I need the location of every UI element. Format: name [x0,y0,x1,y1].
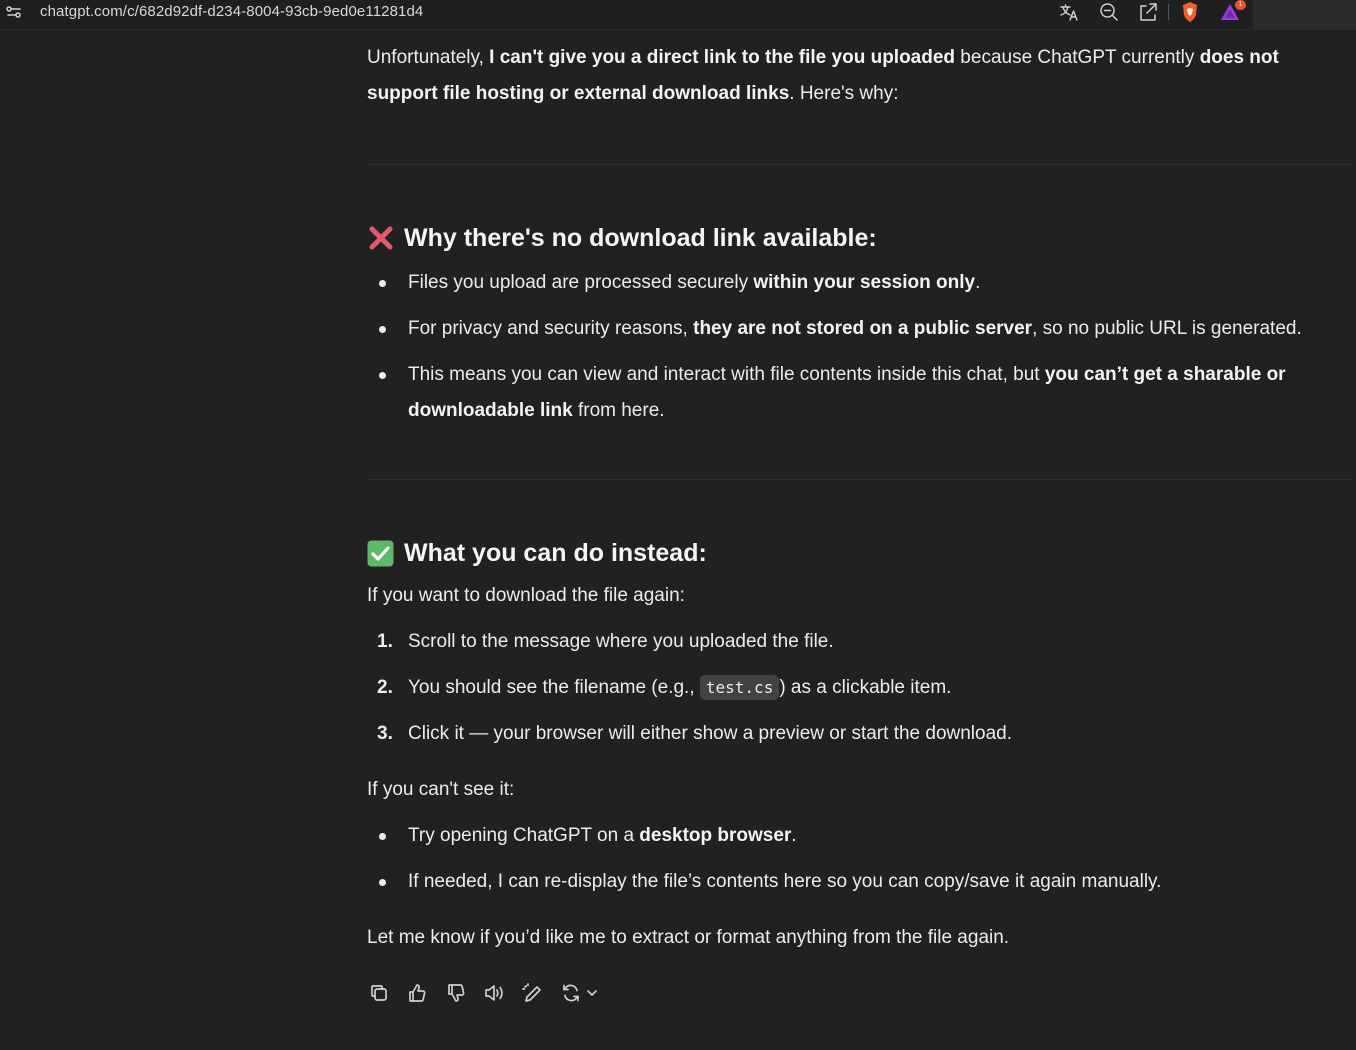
text-span: Files you upload are processed securely [408,272,754,293]
text-span: Click it — your browser will either show… [408,723,1013,744]
share-icon[interactable] [1137,2,1159,22]
list-item: 3. Click it — your browser will either sh… [367,716,1352,752]
section-heading-alternatives: What you can do instead: [367,536,1352,570]
text-span: Scroll to the message where you uploaded… [408,631,834,652]
site-settings-icon[interactable] [5,4,25,20]
bold-text: desktop browser [639,825,792,846]
section-heading-no-link: Why there's no download link available: [367,221,1352,255]
text-span: from here. [572,400,665,421]
list-item: 1. Scroll to the message where you upload… [367,624,1352,660]
step-number: 3. [377,723,393,744]
list-item: This means you can view and interact wit… [367,357,1352,429]
reasons-list: Files you upload are processed securely … [367,265,1352,429]
bold-text: within your session only [753,272,976,293]
list-item: Try opening ChatGPT on a desktop browser… [367,818,1352,854]
thumbs-up-icon[interactable] [405,981,429,1005]
chevron-down-icon[interactable] [580,981,604,1005]
text-span: If needed, I can re-display the file’s c… [408,871,1162,892]
inline-code: test.cs [699,675,780,700]
brave-shield-icon[interactable] [1179,2,1201,22]
list-item: If needed, I can re-display the file’s c… [367,864,1352,900]
heading-text: Why there's no download link available: [404,224,877,252]
tab-strip-area [1253,0,1356,30]
thumbs-down-icon[interactable] [444,981,468,1005]
lead-paragraph: If you can't see it: [367,779,515,800]
fallback-list: Try opening ChatGPT on a desktop browser… [367,818,1352,900]
text-span: Unfortunately, [367,47,490,68]
zoom-out-icon[interactable] [1098,2,1120,22]
bold-text: I can't give you a direct link to the fi… [489,47,956,68]
closing-paragraph: Let me know if you’d like me to extract … [367,927,1010,948]
text-span: Try opening ChatGPT on a [408,825,640,846]
text-span: . [791,825,797,846]
bold-text: they are not stored on a public server [693,318,1033,339]
text-span: You should see the filename (e.g., [408,677,700,698]
text-span: For privacy and security reasons, [408,318,694,339]
browser-address-bar: chatgpt.com/c/682d92df-d234-8004-93cb-9e… [0,0,1253,30]
cross-mark-icon [367,225,394,252]
list-item: 2. You should see the filename (e.g., tes… [367,670,1352,706]
notification-badge: 1 [1235,0,1246,10]
edit-icon[interactable] [521,981,545,1005]
copy-icon[interactable] [367,981,391,1005]
toolbar-divider [1168,4,1169,20]
read-aloud-icon[interactable] [482,981,506,1005]
step-number: 2. [377,677,393,698]
steps-list: 1. Scroll to the message where you upload… [367,624,1352,752]
intro-paragraph: Unfortunately, I can't give you a direct… [367,40,1352,112]
text-span: . [975,272,981,293]
text-span: . Here's why: [789,83,899,104]
text-span: , so no public URL is generated. [1032,318,1302,339]
url-text[interactable]: chatgpt.com/c/682d92df-d234-8004-93cb-9e… [40,3,423,20]
divider [367,479,1352,480]
divider [367,164,1352,165]
text-span: because ChatGPT currently [955,47,1200,68]
step-number: 1. [377,631,393,652]
lead-paragraph: If you want to download the file again: [367,585,685,606]
text-span: ) as a clickable item. [779,677,952,698]
translate-icon[interactable] [1058,2,1080,22]
heading-text: What you can do instead: [404,539,707,567]
list-item: For privacy and security reasons, they a… [367,311,1352,347]
check-mark-icon [367,540,394,567]
list-item: Files you upload are processed securely … [367,265,1352,301]
assistant-message: Unfortunately, I can't give you a direct… [367,40,1352,956]
text-span: This means you can view and interact wit… [408,364,1045,385]
